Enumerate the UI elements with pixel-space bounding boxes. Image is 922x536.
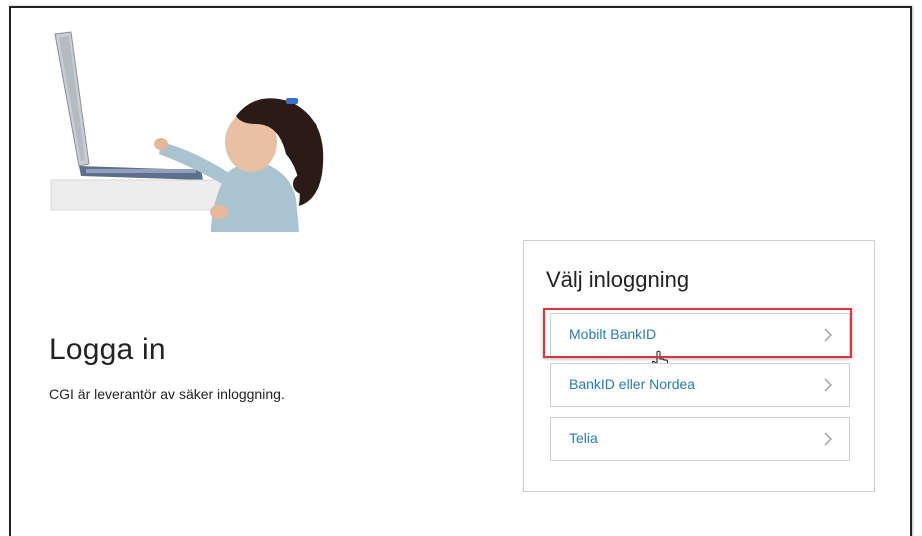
page-subtitle: CGI är leverantör av säker inloggning. xyxy=(49,386,285,402)
login-panel: Välj inloggning Mobilt BankID BankID ell… xyxy=(523,240,875,492)
page-title: Logga in xyxy=(49,333,166,366)
chevron-right-icon xyxy=(824,432,832,446)
login-option-bankid-nordea[interactable]: BankID eller Nordea xyxy=(550,363,850,407)
option-label: Mobilt BankID xyxy=(569,326,657,342)
page-frame: Logga in CGI är leverantör av säker inlo… xyxy=(9,6,912,536)
login-option-mobilt-bankid[interactable]: Mobilt BankID xyxy=(550,313,850,372)
hero-image xyxy=(50,31,324,232)
option-label: BankID eller Nordea xyxy=(569,376,696,392)
login-option-telia[interactable]: Telia xyxy=(550,417,850,461)
option-label: Telia xyxy=(569,430,598,446)
chevron-right-icon xyxy=(824,328,832,342)
chevron-right-icon xyxy=(824,378,832,392)
login-heading: Välj inloggning xyxy=(546,267,690,292)
